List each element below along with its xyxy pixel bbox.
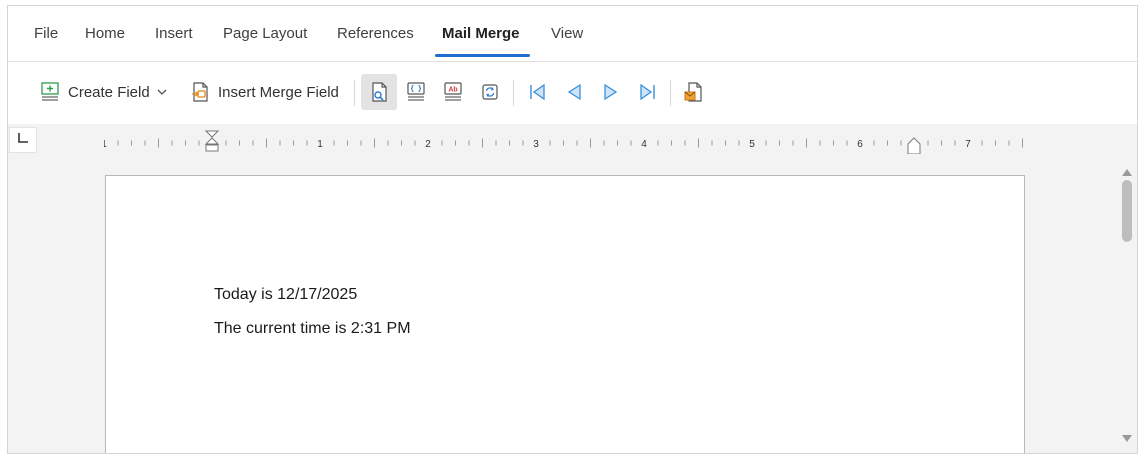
preview-results-button[interactable] bbox=[361, 74, 397, 110]
toolbar-separator bbox=[513, 80, 514, 106]
right-indent-marker[interactable] bbox=[907, 137, 921, 154]
chevron-down-icon[interactable] bbox=[156, 86, 168, 98]
ruler-number: 7 bbox=[965, 139, 971, 150]
left-indent-marker[interactable] bbox=[204, 130, 220, 152]
first-record-button[interactable] bbox=[519, 74, 555, 110]
next-record-button[interactable] bbox=[593, 74, 629, 110]
last-record-icon bbox=[630, 74, 666, 110]
tab-page-layout[interactable]: Page Layout bbox=[223, 25, 307, 42]
insert-merge-field-button[interactable]: Insert Merge Field bbox=[182, 74, 339, 110]
create-field-label: Create Field bbox=[68, 83, 150, 101]
insert-merge-field-label: Insert Merge Field bbox=[218, 83, 339, 101]
tab-home[interactable]: Home bbox=[85, 25, 125, 42]
ruler-number: 4 bbox=[641, 139, 647, 150]
ruler-number: 1 bbox=[104, 139, 107, 150]
highlight-fields-button[interactable]: Ab bbox=[435, 74, 471, 110]
finish-merge-button[interactable] bbox=[675, 74, 711, 110]
show-field-codes-button[interactable] bbox=[398, 74, 434, 110]
show-field-codes-icon bbox=[398, 74, 434, 110]
active-tab-indicator bbox=[435, 54, 530, 57]
previous-record-icon bbox=[556, 74, 592, 110]
last-record-button[interactable] bbox=[630, 74, 666, 110]
vertical-scrollbar[interactable] bbox=[1115, 160, 1137, 453]
create-field-button[interactable]: Create Field bbox=[32, 74, 168, 110]
tab-file[interactable]: File bbox=[34, 25, 58, 42]
ruler-number: 1 bbox=[317, 139, 323, 150]
ruler-number: 3 bbox=[533, 139, 539, 150]
previous-record-button[interactable] bbox=[556, 74, 592, 110]
ribbon-tabs: File Home Insert Page Layout References … bbox=[8, 6, 1137, 62]
svg-text:Ab: Ab bbox=[448, 87, 457, 94]
first-record-icon bbox=[519, 74, 555, 110]
rich-text-editor: File Home Insert Page Layout References … bbox=[7, 5, 1138, 454]
scroll-thumb[interactable] bbox=[1122, 180, 1132, 242]
ruler-number: 5 bbox=[749, 139, 755, 150]
insert-merge-field-icon bbox=[182, 74, 218, 110]
update-fields-icon bbox=[472, 74, 508, 110]
left-tab-stop-icon bbox=[17, 131, 29, 149]
tab-mail-merge[interactable]: Mail Merge bbox=[442, 25, 520, 42]
document-line-date[interactable]: Today is 12/17/2025 bbox=[214, 286, 357, 304]
highlight-fields-icon: Ab bbox=[435, 74, 471, 110]
ruler-number: 6 bbox=[857, 139, 863, 150]
tab-view[interactable]: View bbox=[551, 25, 583, 42]
toolbar-separator bbox=[670, 80, 671, 106]
document-line-time[interactable]: The current time is 2:31 PM bbox=[214, 320, 411, 338]
horizontal-ruler[interactable]: 1 1 2 3 4 5 6 7 bbox=[104, 130, 1024, 154]
toolbar-separator bbox=[354, 80, 355, 106]
tab-references[interactable]: References bbox=[337, 25, 414, 42]
preview-results-icon bbox=[361, 74, 397, 110]
create-field-icon bbox=[32, 74, 68, 110]
mail-merge-toolbar: Create Field Insert Merge Field Ab bbox=[8, 62, 1137, 124]
finish-merge-icon bbox=[675, 74, 711, 110]
ruler-number: 2 bbox=[425, 139, 431, 150]
update-fields-button[interactable] bbox=[472, 74, 508, 110]
tab-insert[interactable]: Insert bbox=[155, 25, 193, 42]
scroll-down-icon[interactable] bbox=[1121, 431, 1133, 449]
ruler-bar: 1 1 2 3 4 5 6 7 bbox=[8, 124, 1137, 160]
document-canvas: Today is 12/17/2025 The current time is … bbox=[8, 160, 1137, 453]
next-record-icon bbox=[593, 74, 629, 110]
document-page[interactable]: Today is 12/17/2025 The current time is … bbox=[105, 175, 1025, 453]
tab-stop-selector[interactable] bbox=[9, 127, 37, 153]
